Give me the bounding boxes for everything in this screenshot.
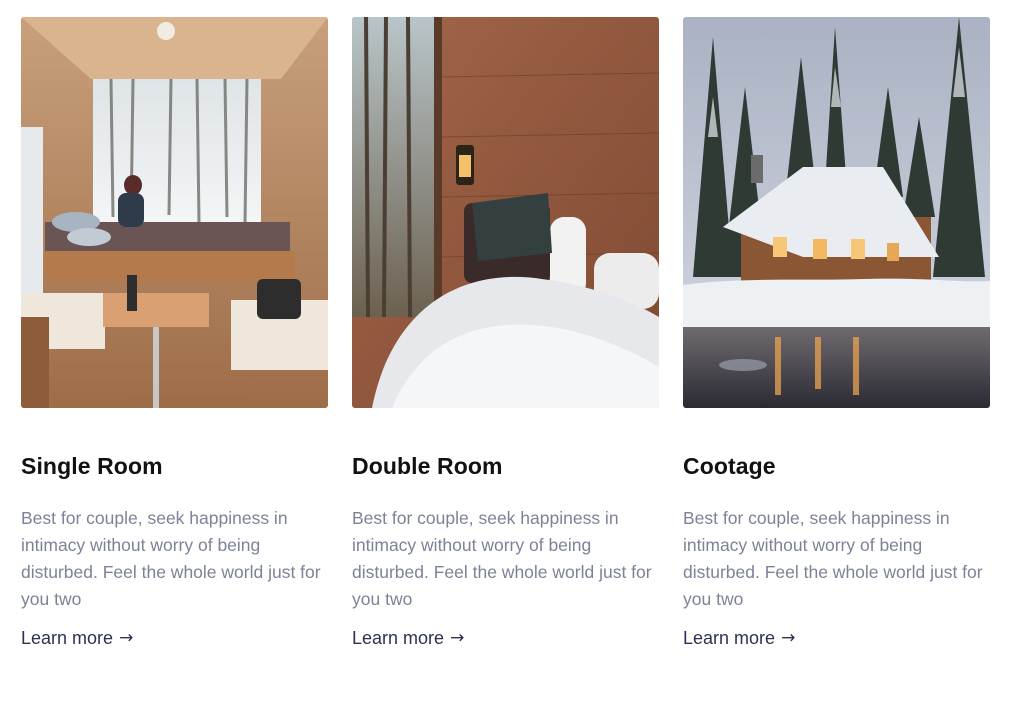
card-description: Best for couple, seek happiness in intim…: [352, 508, 652, 609]
learn-more-label: Learn more: [21, 628, 114, 648]
learn-more-label: Learn more: [683, 628, 776, 648]
room-image-double: [352, 17, 659, 408]
arrow-right-icon: →: [119, 628, 134, 648]
card-description: Best for couple, seek happiness in intim…: [21, 508, 321, 609]
snowy-cabin-image: [683, 17, 990, 408]
reading-in-bed-image: [352, 17, 659, 408]
arrow-right-icon: →: [450, 628, 465, 648]
learn-more-link-cootage[interactable]: Learn more →: [683, 626, 795, 650]
card-description: Best for couple, seek happiness in intim…: [683, 508, 983, 609]
card-title: Cootage: [683, 453, 776, 479]
room-card-single: Single Room Best for couple, seek happin…: [21, 17, 328, 650]
room-card-cootage: Cootage Best for couple, seek happiness …: [683, 17, 990, 650]
room-image-cootage: [683, 17, 990, 408]
card-title: Double Room: [352, 453, 503, 479]
learn-more-label: Learn more: [352, 628, 445, 648]
cabin-interior-image: [21, 17, 328, 408]
card-title: Single Room: [21, 453, 163, 479]
arrow-right-icon: →: [781, 628, 796, 648]
room-card-double: Double Room Best for couple, seek happin…: [352, 17, 659, 650]
learn-more-link-double[interactable]: Learn more →: [352, 626, 464, 650]
room-cards: Single Room Best for couple, seek happin…: [21, 17, 990, 650]
room-image-single: [21, 17, 328, 408]
learn-more-link-single[interactable]: Learn more →: [21, 626, 133, 650]
